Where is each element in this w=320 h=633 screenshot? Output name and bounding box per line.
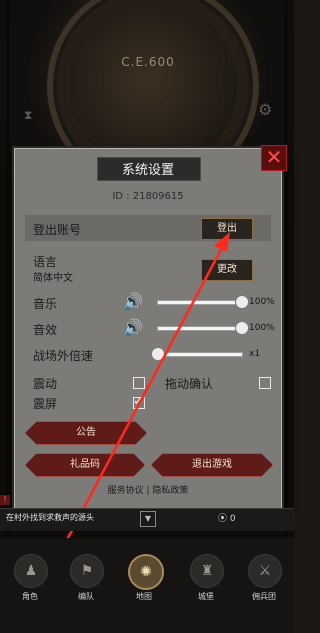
coin-icon: ⦿	[218, 514, 228, 524]
nav-item-castle[interactable]: ♜ 城堡	[180, 546, 232, 606]
status-strip: ! 在村外找到求救声的源头 ▼ ⦿ 0	[0, 495, 294, 531]
nav-label-mercenary: 佣兵团	[252, 592, 276, 601]
nav-item-map[interactable]: ✺ 地图	[118, 546, 170, 606]
nav-item-mercenary[interactable]: ⚔ 佣兵团	[238, 546, 290, 606]
coin-count: ⦿ 0	[218, 511, 236, 524]
alert-icon: !	[0, 495, 10, 505]
arrow-head	[214, 232, 230, 252]
nav-label-castle: 城堡	[198, 592, 214, 601]
formation-icon: ⚑	[70, 554, 104, 588]
map-icon: ✺	[128, 554, 164, 590]
nav-item-character[interactable]: ♟ 角色	[4, 546, 56, 606]
coin-count-value: 0	[229, 514, 236, 524]
nav-label-formation: 编队	[78, 592, 94, 601]
nav-label-map: 地图	[136, 592, 152, 601]
quest-text[interactable]: 在村外找到求救声的源头	[6, 512, 94, 523]
nav-item-formation[interactable]: ⚑ 编队	[60, 546, 112, 606]
character-icon: ♟	[14, 554, 48, 588]
mercenary-icon: ⚔	[248, 554, 282, 588]
castle-icon: ♜	[190, 554, 224, 588]
expand-icon[interactable]: ▼	[140, 511, 156, 527]
bottom-nav: ♟ 角色 ⚑ 编队 ✺ 地图 ♜ 城堡 ⚔ 佣兵团	[0, 538, 294, 633]
nav-label-character: 角色	[22, 592, 38, 601]
